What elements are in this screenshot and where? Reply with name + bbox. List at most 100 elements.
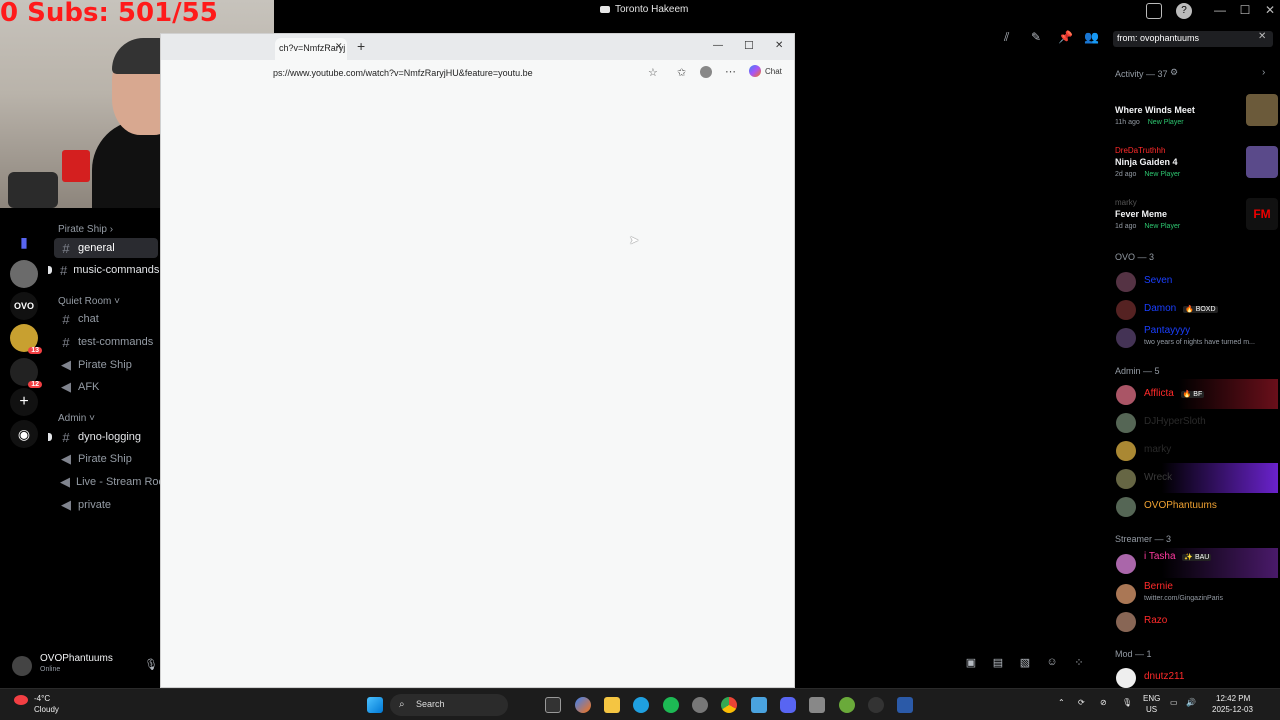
threads-icon[interactable]: ⫽ [1004, 30, 1009, 45]
favorites-icon[interactable]: ✩ [677, 66, 686, 79]
gif-icon[interactable]: ▤ [991, 656, 1005, 670]
category-pirate-ship[interactable]: Pirate Ship › [58, 224, 113, 235]
voice-channel-pirate-ship[interactable]: ◀ Pirate Ship [54, 355, 158, 375]
file-explorer-icon[interactable] [604, 697, 620, 713]
channel-dyno-logging[interactable]: # dyno-logging [48, 427, 158, 447]
member-row[interactable]: OVOPhantuums [1112, 491, 1278, 521]
user-avatar[interactable] [12, 656, 32, 676]
unread-indicator [48, 266, 52, 274]
voice-channel-afk[interactable]: ◀ AFK [54, 377, 158, 397]
member-list-icon[interactable]: 👥 [1084, 30, 1099, 44]
add-server-icon[interactable]: + [10, 388, 38, 416]
discover-icon[interactable]: ◉ [10, 420, 38, 448]
channel-music-commands[interactable]: # music-commands [48, 260, 159, 280]
close-button[interactable]: ✕ [1260, 3, 1280, 17]
tray-icon-1[interactable]: ⟳ [1078, 698, 1085, 707]
sticker-icon[interactable]: ▧ [1018, 656, 1032, 670]
discord-icon[interactable] [780, 697, 796, 713]
member-tag: 🔥 BF [1180, 391, 1205, 398]
member-row[interactable]: Afflicta 🔥 BF [1112, 379, 1278, 409]
lang-1[interactable]: ENG [1143, 694, 1160, 703]
server-icon-3[interactable]: 12 [10, 358, 42, 388]
activity-card[interactable]: DreDaTruthhh Ninja Gaiden 4 2d ago New P… [1112, 146, 1278, 194]
microphone-icon[interactable]: 🎙 [144, 658, 158, 671]
member-row[interactable]: Pantayyyy two years of nights have turne… [1112, 322, 1278, 352]
notepad-icon[interactable] [751, 697, 767, 713]
clear-search-icon[interactable]: ✕ [1258, 31, 1266, 42]
help-icon[interactable]: ? [1176, 3, 1192, 19]
volume-icon[interactable]: 🔊 [1186, 698, 1196, 707]
server-badge-1: 13 [28, 347, 42, 354]
favorite-star-icon[interactable]: ☆ [648, 66, 658, 79]
activity-card[interactable]: Where Winds Meet 11h ago New Player [1112, 94, 1278, 142]
text-channel-icon: # [62, 334, 70, 350]
voice-channel-private[interactable]: ◀ private [54, 495, 158, 515]
member-row[interactable]: Bernie twitter.com/GingazinParis [1112, 578, 1278, 608]
member-row[interactable]: i Tasha ✨ BAU [1112, 548, 1278, 578]
channel-chat[interactable]: # chat [54, 309, 158, 329]
weather-icon[interactable] [14, 695, 28, 705]
taskview-icon[interactable] [545, 697, 561, 713]
browser-content[interactable] [161, 86, 794, 687]
emoji-icon[interactable]: ☺ [1045, 656, 1059, 670]
start-icon[interactable] [367, 697, 383, 713]
gift-icon[interactable]: ▣ [964, 656, 978, 670]
apps-icon[interactable]: ⁘ [1072, 656, 1086, 670]
user-name[interactable]: OVOPhantuums [40, 653, 113, 664]
app-icon-3[interactable] [897, 697, 913, 713]
dm-server-icon[interactable]: ▮ [10, 228, 38, 256]
weather-temp[interactable]: -4°C [34, 694, 50, 703]
tab-close-icon[interactable]: ✕ [335, 41, 343, 52]
microphone-tray-icon[interactable]: 🎙 [1122, 698, 1132, 707]
member-row[interactable]: marky [1112, 435, 1278, 465]
network-icon[interactable]: ▭ [1170, 698, 1178, 707]
more-options-icon[interactable]: ⋯ [725, 65, 736, 78]
taskbar-search[interactable]: Search [390, 694, 508, 716]
chrome-icon[interactable] [721, 697, 737, 713]
member-avatar [1116, 441, 1136, 461]
tray-icon-2[interactable]: ⊘ [1100, 698, 1107, 707]
member-row[interactable]: Seven [1112, 266, 1278, 296]
channel-general[interactable]: # general [54, 238, 158, 258]
pin-icon[interactable]: 📌 [1058, 30, 1073, 44]
member-row[interactable]: dnutz211 [1112, 662, 1278, 688]
server-icon-2[interactable]: 13 [10, 324, 42, 354]
url-field[interactable]: ps://www.youtube.com/watch?v=NmfzRaryjHU… [273, 68, 533, 78]
maximize-button[interactable]: ☐ [1235, 3, 1255, 17]
tray-overflow-icon[interactable]: ⌃ [1058, 698, 1065, 707]
app-icon-1[interactable] [839, 697, 855, 713]
activity-card[interactable]: marky Fever Meme 1d ago New Player FM [1112, 198, 1278, 246]
browser-close-button[interactable]: ✕ [775, 40, 783, 51]
activity-expand-icon[interactable]: › [1262, 67, 1265, 78]
voice-channel-pirate-ship-2[interactable]: ◀ Pirate Ship [54, 449, 158, 469]
edge-icon[interactable] [633, 697, 649, 713]
clock-date: 2025-12-03 [1212, 705, 1253, 714]
channel-test-commands[interactable]: # test-commands [54, 332, 158, 352]
copilot-chat-button[interactable]: Chat [749, 65, 782, 77]
member-row[interactable]: DJHyperSloth [1112, 407, 1278, 437]
server-icon-ovo[interactable]: OVO [10, 292, 38, 320]
category-quiet-room[interactable]: Quiet Room ˅ [58, 296, 120, 307]
copilot-taskbar-icon[interactable] [575, 697, 591, 713]
voice-channel-live-stream[interactable]: ◀ Live - Stream Roo [54, 472, 160, 492]
address-bar-row: ps://www.youtube.com/watch?v=NmfzRaryjHU… [161, 60, 794, 86]
member-row[interactable]: Razo [1112, 606, 1278, 636]
inbox-icon[interactable] [1146, 3, 1162, 19]
activity-settings-icon[interactable]: ⚙ [1170, 67, 1178, 78]
category-admin[interactable]: Admin ˅ [58, 413, 95, 424]
member-row[interactable]: Damon 🔥 BOXD [1112, 294, 1278, 324]
clock-time[interactable]: 12:42 PM [1216, 694, 1250, 703]
app-icon-2[interactable] [868, 697, 884, 713]
minimize-button[interactable]: — [1210, 3, 1230, 17]
browser-minimize-button[interactable]: — [713, 40, 723, 51]
settings-icon[interactable] [692, 697, 708, 713]
snipping-tool-icon[interactable] [809, 697, 825, 713]
member-row[interactable]: Wreck [1112, 463, 1278, 493]
profile-icon[interactable] [700, 66, 712, 78]
spotify-icon[interactable] [663, 697, 679, 713]
search-input[interactable]: from: ovophantuums [1113, 31, 1273, 47]
new-tab-button[interactable]: + [357, 38, 365, 54]
browser-maximize-button[interactable]: ☐ [744, 39, 754, 52]
server-icon-1[interactable] [10, 260, 38, 288]
notification-mute-icon[interactable]: ✎ [1031, 30, 1041, 44]
